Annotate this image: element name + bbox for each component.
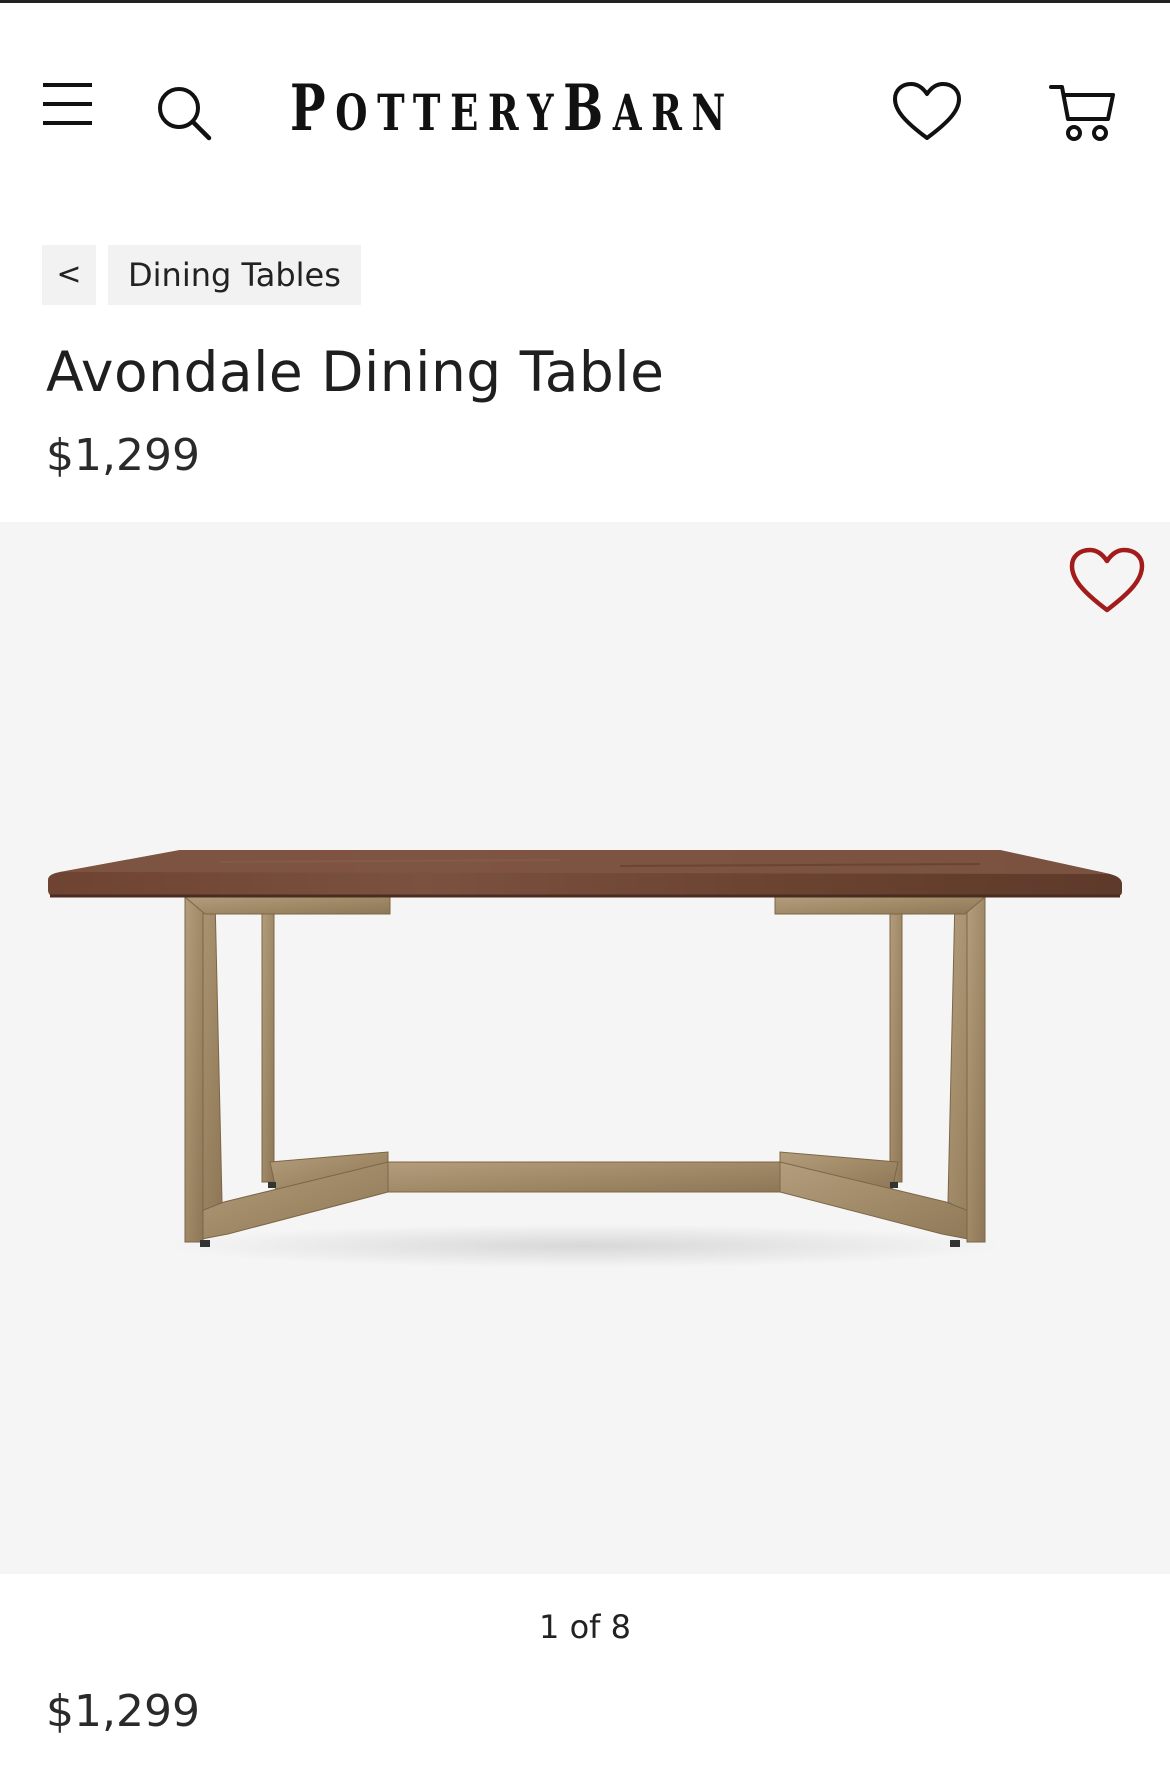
product-image: [48, 850, 1122, 1268]
product-price: $1,299: [46, 430, 200, 481]
sticky-price: $1,299: [46, 1686, 200, 1737]
pottery-barn-logo[interactable]: POTTERYBARN: [290, 73, 725, 145]
heart-outline-icon[interactable]: [1068, 546, 1146, 616]
product-title: Avondale Dining Table: [46, 340, 665, 404]
product-image-carousel[interactable]: [0, 522, 1170, 1574]
carousel-pager: 1 of 8: [539, 1608, 631, 1646]
hamburger-menu-icon[interactable]: [38, 79, 96, 129]
search-icon[interactable]: [154, 83, 214, 143]
cart-icon[interactable]: [1048, 79, 1116, 145]
breadcrumb-back-button[interactable]: <: [42, 245, 96, 305]
table-legs: [183, 896, 987, 1243]
breadcrumb-dining-tables[interactable]: Dining Tables: [108, 245, 361, 305]
heart-icon[interactable]: [892, 81, 962, 143]
table-top: [48, 850, 1122, 898]
site-header: POTTERYBARN: [0, 3, 1170, 203]
